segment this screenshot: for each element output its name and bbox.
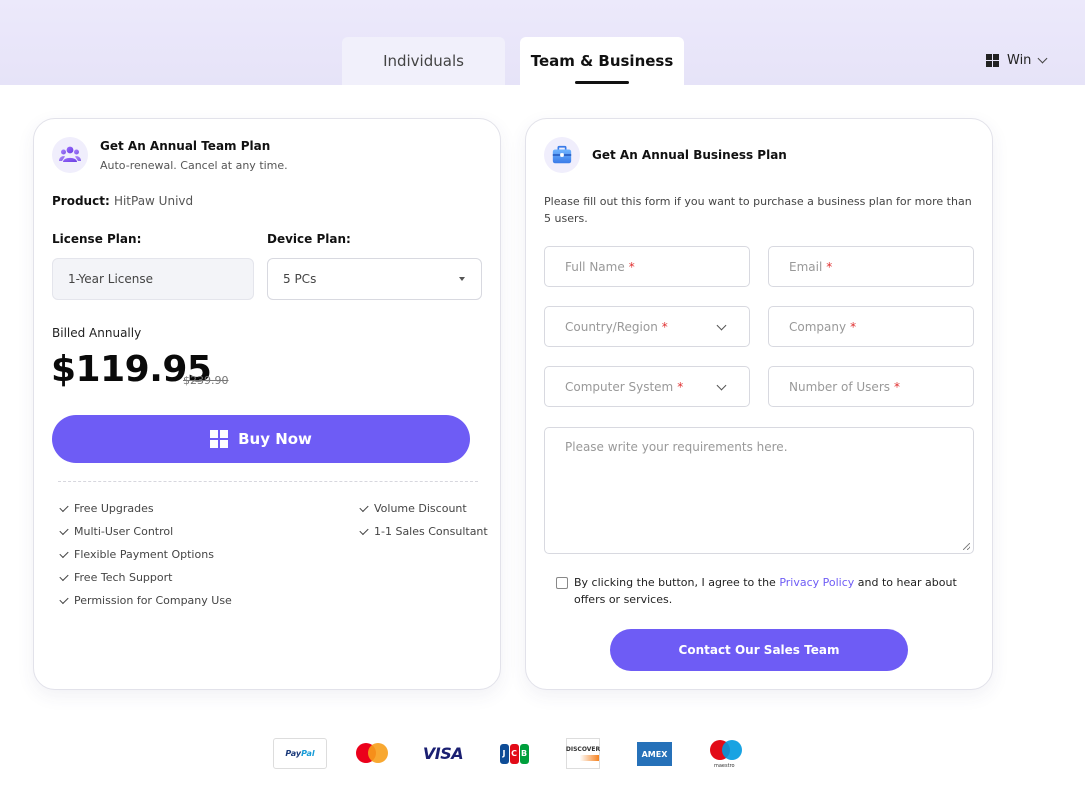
consent-text: By clicking the button, I agree to the P… xyxy=(574,574,974,608)
mastercard-icon xyxy=(355,738,389,769)
paypal-icon: Pay Pal xyxy=(273,738,327,769)
feature-item: Flexible Payment Options xyxy=(59,548,214,561)
full-name-field[interactable]: Full Name * xyxy=(544,246,750,287)
contact-sales-button[interactable]: Contact Our Sales Team xyxy=(610,629,908,671)
business-plan-title: Get An Annual Business Plan xyxy=(592,148,787,162)
country-region-select[interactable]: Country/Region * xyxy=(544,306,750,347)
tab-team-business[interactable]: Team & Business xyxy=(520,37,684,85)
consent-prefix: By clicking the button, I agree to the xyxy=(574,576,780,589)
feature-item: Volume Discount xyxy=(359,502,467,515)
feature-item: Multi-User Control xyxy=(59,525,174,538)
feature-label: Permission for Company Use xyxy=(74,594,232,607)
jcb-icon: JCB xyxy=(498,738,530,769)
email-placeholder: Email xyxy=(789,259,823,274)
feature-label: Free Upgrades xyxy=(74,502,154,515)
os-selector[interactable]: Win xyxy=(986,51,1048,69)
chevron-down-icon xyxy=(716,320,727,331)
product-row: Product: HitPaw Univd xyxy=(52,194,193,208)
feature-label: Multi-User Control xyxy=(74,525,174,538)
divider xyxy=(58,481,478,482)
check-icon xyxy=(59,502,69,512)
required-marker: * xyxy=(894,379,901,394)
briefcase-icon xyxy=(544,137,580,173)
license-plan-field: 1-Year License xyxy=(52,258,254,300)
requirements-textarea[interactable]: Please write your requirements here. xyxy=(544,427,974,554)
check-icon xyxy=(59,594,69,604)
windows-icon xyxy=(210,430,229,448)
feature-label: Flexible Payment Options xyxy=(74,548,214,561)
email-field[interactable]: Email * xyxy=(768,246,974,287)
check-icon xyxy=(359,502,369,512)
team-plan-title: Get An Annual Team Plan xyxy=(100,139,271,153)
maestro-wordmark: maestro xyxy=(714,763,735,769)
resize-handle[interactable] xyxy=(963,543,970,550)
number-of-users-placeholder: Number of Users xyxy=(789,379,891,394)
product-value: HitPaw Univd xyxy=(113,194,194,208)
buy-now-label: Buy Now xyxy=(238,430,312,448)
team-plan-subtitle: Auto-renewal. Cancel at any time. xyxy=(100,159,288,172)
required-marker: * xyxy=(628,259,635,274)
number-of-users-field[interactable]: Number of Users * xyxy=(768,366,974,407)
active-tab-indicator xyxy=(575,81,629,84)
required-marker: * xyxy=(826,259,833,274)
device-plan-value: 5 PCs xyxy=(283,272,317,286)
discover-wordmark: DISCOVER xyxy=(565,746,601,753)
contact-sales-label: Contact Our Sales Team xyxy=(678,643,840,657)
consent-checkbox[interactable] xyxy=(556,577,568,589)
maestro-icon: maestro xyxy=(709,738,743,769)
device-plan-label: Device Plan: xyxy=(267,232,351,246)
computer-system-placeholder: Computer System xyxy=(565,379,674,394)
chevron-down-icon xyxy=(716,380,727,391)
paypal-wordmark-pal: Pal xyxy=(301,749,315,758)
amex-icon: AMEX xyxy=(637,742,672,766)
requirements-placeholder: Please write your requirements here. xyxy=(565,440,788,454)
required-marker: * xyxy=(677,379,684,394)
privacy-policy-link[interactable]: Privacy Policy xyxy=(779,576,854,589)
discover-icon: DISCOVER xyxy=(566,738,600,769)
original-price: $239.90 xyxy=(183,374,229,387)
paypal-wordmark-pay: Pay xyxy=(285,749,302,758)
computer-system-select[interactable]: Computer System * xyxy=(544,366,750,407)
os-selector-label: Win xyxy=(1007,52,1032,68)
team-plan-card: Get An Annual Team Plan Auto-renewal. Ca… xyxy=(33,118,501,690)
business-plan-description: Please fill out this form if you want to… xyxy=(544,195,972,225)
company-placeholder: Company xyxy=(789,319,847,334)
tab-individuals[interactable]: Individuals xyxy=(342,37,505,85)
check-icon xyxy=(359,525,369,535)
tab-team-business-label: Team & Business xyxy=(530,52,674,70)
feature-item: Permission for Company Use xyxy=(59,594,232,607)
windows-icon xyxy=(986,53,999,67)
tab-individuals-label: Individuals xyxy=(383,52,464,70)
feature-label: 1-1 Sales Consultant xyxy=(374,525,488,538)
check-icon xyxy=(59,571,69,581)
buy-now-button[interactable]: Buy Now xyxy=(52,415,470,463)
feature-item: Free Upgrades xyxy=(59,502,154,515)
required-marker: * xyxy=(850,319,857,334)
full-name-placeholder: Full Name xyxy=(565,259,625,274)
visa-icon: VISA xyxy=(422,744,464,763)
caret-down-icon xyxy=(459,277,465,281)
product-label: Product: xyxy=(52,194,110,208)
check-icon xyxy=(59,525,69,535)
team-icon xyxy=(52,137,88,173)
license-plan-value: 1-Year License xyxy=(68,272,154,286)
billing-period: Billed Annually xyxy=(52,326,142,340)
required-marker: * xyxy=(661,319,668,334)
device-plan-select[interactable]: 5 PCs xyxy=(267,258,482,300)
business-plan-card: Get An Annual Business Plan Please fill … xyxy=(525,118,993,690)
feature-item: Free Tech Support xyxy=(59,571,173,584)
country-region-placeholder: Country/Region xyxy=(565,319,658,334)
feature-label: Free Tech Support xyxy=(74,571,173,584)
feature-item: 1-1 Sales Consultant xyxy=(359,525,488,538)
license-plan-label: License Plan: xyxy=(52,232,142,246)
feature-label: Volume Discount xyxy=(374,502,467,515)
check-icon xyxy=(59,548,69,558)
company-field[interactable]: Company * xyxy=(768,306,974,347)
chevron-down-icon xyxy=(1037,53,1048,63)
